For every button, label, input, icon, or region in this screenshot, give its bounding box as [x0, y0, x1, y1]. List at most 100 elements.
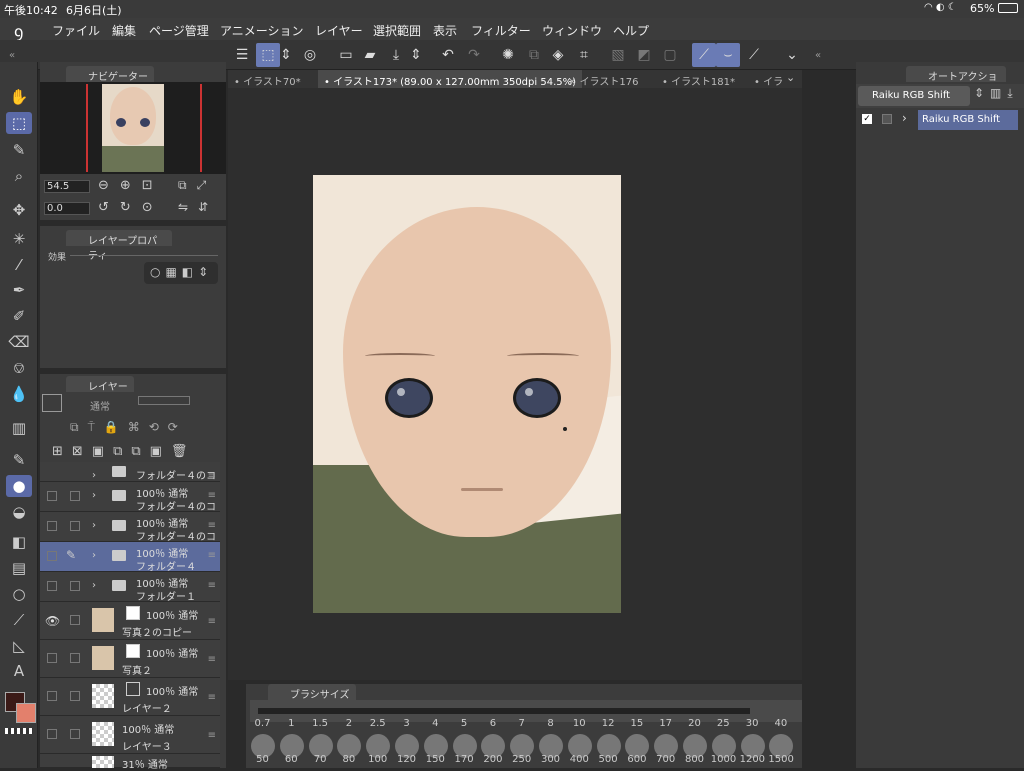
- visibility-toggle[interactable]: [47, 551, 57, 561]
- expand-icon[interactable]: ›: [902, 111, 907, 125]
- brush-size-label[interactable]: 17: [653, 718, 678, 729]
- brush-size-label[interactable]: 7: [509, 718, 534, 729]
- operation-tool-icon[interactable]: ⬚: [6, 112, 32, 134]
- eye-icon[interactable]: 👁: [45, 614, 60, 628]
- transparent-swatch[interactable]: [5, 728, 33, 734]
- navigator-preview[interactable]: [102, 84, 164, 172]
- decoration-icon[interactable]: ✎: [6, 449, 32, 471]
- brush-size-label[interactable]: 170: [452, 754, 477, 765]
- visibility-toggle[interactable]: [47, 521, 57, 531]
- lock-toggle[interactable]: [70, 653, 80, 663]
- brush-size-slider[interactable]: [258, 708, 750, 714]
- brush-size-label[interactable]: 600: [624, 754, 649, 765]
- layer-row-selected[interactable]: ✎ › 100％ 通常 フォルダー４ ≡: [40, 542, 220, 573]
- circle-icon[interactable]: ○: [6, 583, 32, 605]
- navigator-tab[interactable]: ナビゲーター: [66, 66, 154, 83]
- brush-size-label[interactable]: 300: [538, 754, 563, 765]
- visibility-toggle[interactable]: [47, 581, 57, 591]
- layer-menu-icon[interactable]: ≡: [208, 520, 216, 531]
- magic-wand-icon[interactable]: ✳: [6, 228, 32, 250]
- doc-tab-active[interactable]: • イラスト173* (89.00 x 127.00mm 350dpi 54.5…: [318, 70, 583, 88]
- lock-toggle[interactable]: [70, 729, 80, 739]
- opacity-slider[interactable]: [138, 396, 190, 405]
- lock-toggle[interactable]: [70, 521, 80, 531]
- brush-size-label[interactable]: 700: [653, 754, 678, 765]
- redo-icon[interactable]: ↷: [462, 43, 486, 67]
- menu-filter[interactable]: フィルター: [471, 22, 531, 39]
- brush-size-label[interactable]: 150: [423, 754, 448, 765]
- brush-size-label[interactable]: 70: [308, 754, 333, 765]
- select-tool-icon[interactable]: ⬚: [256, 43, 280, 67]
- effect-buttons[interactable]: ○▦◧⇕: [144, 262, 218, 284]
- layer-action-row[interactable]: ⊞⊠▣⧉⧉▣🗑: [52, 444, 196, 459]
- stepper-icon[interactable]: ⇕: [408, 43, 424, 67]
- bucket-icon[interactable]: ◒: [6, 501, 32, 523]
- brush-size-label[interactable]: 250: [509, 754, 534, 765]
- brush-size-label[interactable]: 40: [768, 718, 793, 729]
- layer-menu-icon[interactable]: ≡: [208, 490, 216, 501]
- menu-animation[interactable]: アニメーション: [220, 22, 304, 39]
- layer-row[interactable]: › フォルダー４のコピ ≡: [40, 462, 220, 497]
- doc-tab[interactable]: • イラ: [748, 70, 789, 88]
- brush-size-label[interactable]: 4: [423, 718, 448, 729]
- eyedropper-tool-icon[interactable]: ⁄: [6, 254, 32, 276]
- fill-icon[interactable]: ◈: [546, 43, 570, 67]
- lock-toggle[interactable]: [70, 615, 80, 625]
- brush-size-tab[interactable]: ブラシサイズ: [268, 684, 356, 701]
- menu-file[interactable]: ファイル: [52, 22, 100, 39]
- expand-icon[interactable]: ›: [92, 490, 96, 501]
- swirl-icon[interactable]: ◎: [298, 43, 322, 67]
- brush-size-label[interactable]: 800: [682, 754, 707, 765]
- zoom-input[interactable]: 54.5: [44, 180, 90, 193]
- brush-size-label[interactable]: 1200: [740, 754, 765, 765]
- brush-size-label[interactable]: 200: [480, 754, 505, 765]
- brush-size-label[interactable]: 80: [336, 754, 361, 765]
- transform-icon[interactable]: ▧: [606, 43, 630, 67]
- layer-menu-icon[interactable]: ≡: [208, 580, 216, 591]
- brush-size-label[interactable]: 12: [596, 718, 621, 729]
- layer-menu-icon[interactable]: ≡: [208, 730, 216, 741]
- brush-size-label[interactable]: 400: [567, 754, 592, 765]
- undo-icon[interactable]: ↶: [436, 43, 460, 67]
- layer-row[interactable]: 100％ 通常 レイヤー２ ≡: [40, 678, 220, 716]
- flip-controls[interactable]: ⇋⇵: [178, 200, 218, 214]
- zoom-controls[interactable]: ⊖⊕⊡: [98, 178, 164, 193]
- brush-size-label[interactable]: 8: [538, 718, 563, 729]
- text-icon[interactable]: A: [6, 660, 32, 682]
- fit-controls[interactable]: ⧉⤢: [178, 178, 216, 193]
- brush-size-label[interactable]: 0.7: [250, 718, 275, 729]
- menu-edit[interactable]: 編集: [112, 22, 136, 39]
- move-icon[interactable]: ✥: [6, 199, 32, 221]
- save-icon[interactable]: ⤓: [384, 43, 408, 67]
- rotation-input[interactable]: 0.0: [44, 202, 90, 215]
- brush-size-label[interactable]: 20: [682, 718, 707, 729]
- brush-size-label[interactable]: 30: [740, 718, 765, 729]
- copy-icon[interactable]: ⧉: [522, 43, 546, 67]
- layer-row[interactable]: 31％ 通常: [40, 754, 220, 771]
- menu-window[interactable]: ウィンドウ: [542, 22, 602, 39]
- brush-size-label[interactable]: 2.5: [365, 718, 390, 729]
- stepper-icon[interactable]: ⇕: [278, 43, 294, 67]
- sub-color-swatch[interactable]: [16, 703, 36, 723]
- new-file-icon[interactable]: ▭: [334, 43, 358, 67]
- brush-size-label[interactable]: 10: [567, 718, 592, 729]
- lock-toggle[interactable]: [70, 581, 80, 591]
- layer-row[interactable]: › 100％ 通常 フォルダー４のコピ ≡: [40, 512, 220, 558]
- eraser-icon[interactable]: ⌫: [6, 331, 32, 353]
- ellipse-icon[interactable]: ●: [6, 475, 32, 497]
- auto-action-tab[interactable]: オートアクション: [906, 66, 1006, 98]
- layer-lock-row[interactable]: ⧉⍑🔒⌘⟲⟳: [70, 420, 187, 435]
- eyedropper-icon[interactable]: ✎: [6, 139, 32, 161]
- brush-size-label[interactable]: 25: [711, 718, 736, 729]
- rotate-controls[interactable]: ↺↻⊙: [98, 200, 164, 215]
- brush-size-label[interactable]: 100: [365, 754, 390, 765]
- doc-tab[interactable]: • イラスト70*: [228, 70, 307, 88]
- layer-color-button[interactable]: [42, 394, 62, 412]
- menu-view[interactable]: 表示: [433, 22, 457, 39]
- menu-selection[interactable]: 選択範囲: [373, 22, 421, 39]
- visibility-toggle[interactable]: [47, 691, 57, 701]
- frame-tool-icon[interactable]: ▤: [6, 557, 32, 579]
- menu-page[interactable]: ページ管理: [149, 22, 209, 39]
- pencil-icon[interactable]: ✐: [6, 305, 32, 327]
- brush-size-label[interactable]: 6: [480, 718, 505, 729]
